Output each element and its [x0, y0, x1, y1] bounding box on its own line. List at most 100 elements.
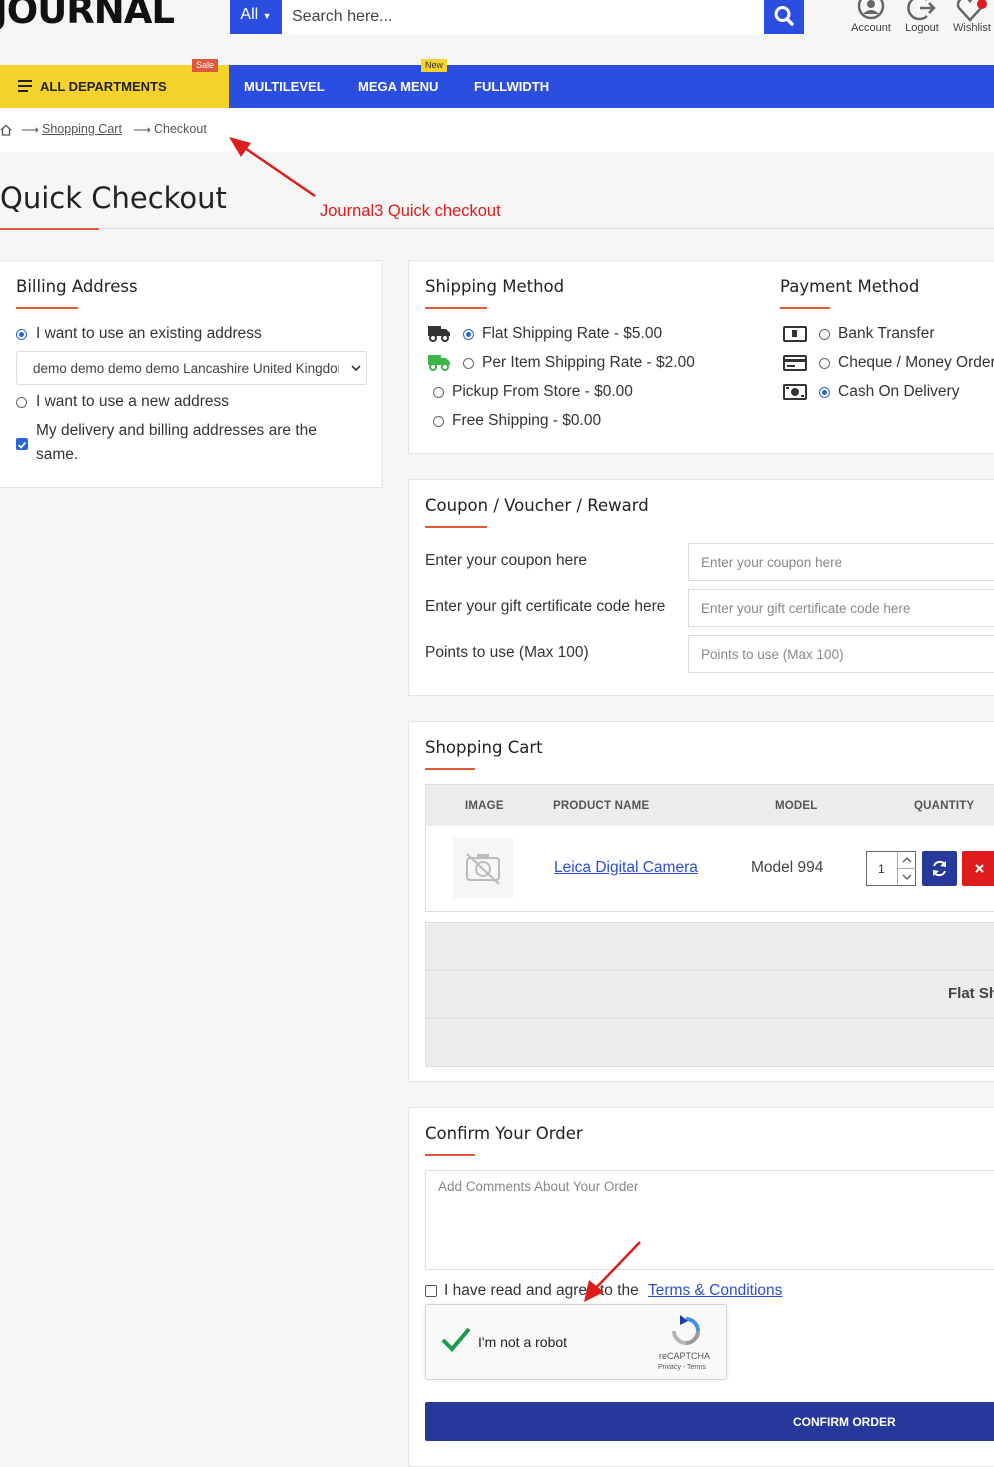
quantity-increase-button[interactable] — [897, 852, 916, 869]
breadcrumb-arrow-icon: ⟶ — [21, 123, 39, 137]
refresh-icon — [933, 860, 946, 877]
all-departments-menu[interactable]: ALL DEPARTMENTS Sale — [0, 59, 229, 108]
shipping-payment-panel: Shipping Method Flat Shipping Rate - $5.… — [408, 260, 994, 454]
home-icon[interactable] — [0, 124, 12, 136]
title-accent-line — [0, 228, 99, 230]
column-header-quantity: QUANTITY — [914, 800, 975, 812]
no-image-camera-icon — [466, 853, 500, 885]
checkmark-icon — [17, 441, 27, 449]
points-label: Points to use (Max 100) — [425, 644, 589, 661]
billing-title-accent — [16, 307, 78, 309]
per-item-shipping-label: Per Item Shipping Rate - $2.00 — [482, 354, 695, 371]
close-icon — [975, 864, 984, 873]
shipping-title: Shipping Method — [425, 277, 565, 296]
wishlist-label: Wishlist — [953, 22, 991, 34]
search-category-dropdown[interactable]: All ▼ — [230, 0, 282, 34]
wishlist-link[interactable]: Wishlist — [947, 0, 994, 34]
existing-address-radio[interactable] — [16, 329, 27, 340]
green-checkmark-icon — [441, 1327, 471, 1352]
logout-label: Logout — [905, 22, 939, 34]
chevron-up-icon — [902, 857, 912, 863]
terms-checkbox[interactable] — [425, 1285, 437, 1297]
cash-on-delivery-radio[interactable] — [819, 387, 830, 398]
breadcrumb-shopping-cart[interactable]: Shopping Cart — [42, 122, 122, 136]
chevron-down-icon — [902, 874, 912, 880]
title-divider — [0, 228, 994, 229]
nav-item-fullwidth[interactable]: FULLWIDTH — [474, 79, 549, 94]
update-quantity-button[interactable] — [922, 851, 957, 886]
coupon-title: Coupon / Voucher / Reward — [425, 496, 649, 515]
points-input[interactable] — [688, 635, 994, 673]
annotation-label: Journal3 Quick checkout — [320, 202, 501, 220]
cart-title-accent — [425, 768, 475, 770]
free-shipping-radio[interactable] — [433, 416, 444, 427]
flat-shipping-label: Flat Shipping Rate - $5.00 — [482, 325, 663, 342]
cart-table-header: IMAGE PRODUCT NAME MODEL QUANTITY — [425, 784, 994, 827]
pickup-radio[interactable] — [433, 387, 444, 398]
order-comments-textarea[interactable] — [425, 1170, 994, 1270]
menu-icon — [18, 80, 32, 92]
confirm-order-button[interactable]: CONFIRM ORDER — [425, 1402, 994, 1441]
new-address-radio[interactable] — [16, 397, 27, 408]
product-name-link[interactable]: Leica Digital Camera — [554, 859, 698, 877]
coupon-panel: Coupon / Voucher / Reward Enter your cou… — [408, 479, 994, 696]
logo[interactable]: JOURNAL — [0, 0, 175, 29]
annotation-arrow-icon — [229, 137, 316, 198]
nav-item-mega-menu[interactable]: MEGA MENU — [358, 79, 438, 94]
cheque-radio[interactable] — [819, 358, 830, 369]
breadcrumb: ⟶ Shopping Cart ⟶ Checkout — [0, 108, 994, 152]
recaptcha-widget[interactable]: I'm not a robot reCAPTCHA Privacy - Term… — [425, 1304, 727, 1380]
cash-icon — [783, 384, 807, 400]
existing-address-label: I want to use an existing address — [36, 325, 262, 342]
search-bar: All ▼ — [230, 0, 804, 34]
chevron-down-icon — [351, 365, 361, 372]
heart-icon — [956, 0, 987, 22]
all-departments-label: ALL DEPARTMENTS — [40, 79, 167, 94]
quantity-decrease-button[interactable] — [897, 869, 916, 885]
quantity-stepper[interactable]: 1 — [866, 851, 916, 886]
confirm-order-panel: Confirm Your Order I have read and agree… — [408, 1107, 994, 1467]
gift-certificate-label: Enter your gift certificate code here — [425, 598, 666, 615]
account-link[interactable]: Account — [846, 0, 896, 34]
flat-shipping-radio[interactable] — [463, 329, 474, 340]
coupon-label: Enter your coupon here — [425, 552, 587, 569]
search-input[interactable] — [282, 0, 764, 34]
remove-item-button[interactable] — [962, 851, 994, 886]
annotation-arrow-icon — [584, 1241, 641, 1302]
account-icon — [857, 0, 885, 20]
page-title: Quick Checkout — [0, 181, 227, 215]
address-select[interactable]: demo demo demo demo Lancashire United Ki… — [16, 351, 367, 385]
billing-address-panel: Billing Address I want to use an existin… — [0, 260, 383, 488]
shipping-title-accent — [425, 307, 487, 309]
gift-certificate-input[interactable] — [688, 589, 994, 627]
recaptcha-label: I'm not a robot — [478, 1334, 568, 1350]
bank-transfer-radio[interactable] — [819, 329, 830, 340]
new-badge: New — [421, 59, 448, 72]
header: JOURNAL All ▼ Account Logout — [0, 0, 994, 65]
product-thumbnail[interactable] — [453, 838, 513, 898]
logout-icon — [907, 0, 936, 21]
per-item-shipping-radio[interactable] — [463, 358, 474, 369]
search-button[interactable] — [764, 0, 804, 34]
billing-title: Billing Address — [16, 277, 138, 296]
terms-link[interactable]: Terms & Conditions — [648, 1282, 782, 1300]
caret-down-icon: ▼ — [262, 11, 272, 21]
free-shipping-label: Free Shipping - $0.00 — [452, 412, 602, 429]
account-label: Account — [851, 22, 891, 34]
logout-link[interactable]: Logout — [897, 0, 947, 34]
coupon-input[interactable] — [688, 543, 994, 581]
search-category-label: All — [240, 6, 259, 23]
new-address-label: I want to use a new address — [36, 393, 230, 410]
same-address-checkbox[interactable] — [16, 438, 28, 450]
column-header-image: IMAGE — [465, 800, 504, 812]
cart-title: Shopping Cart — [425, 738, 543, 757]
bank-transfer-icon — [783, 326, 807, 342]
confirm-order-label: CONFIRM ORDER — [793, 1415, 896, 1429]
confirm-title-accent — [425, 1154, 475, 1156]
search-icon — [774, 6, 794, 26]
sale-badge: Sale — [192, 59, 219, 72]
nav-item-multilevel[interactable]: MULTILEVEL — [244, 79, 325, 94]
recaptcha-links[interactable]: Privacy - Terms — [658, 1364, 706, 1371]
cheque-label: Cheque / Money Order — [838, 354, 994, 371]
main-nav: ALL DEPARTMENTS Sale MULTILEVEL MEGA MEN… — [0, 59, 994, 108]
